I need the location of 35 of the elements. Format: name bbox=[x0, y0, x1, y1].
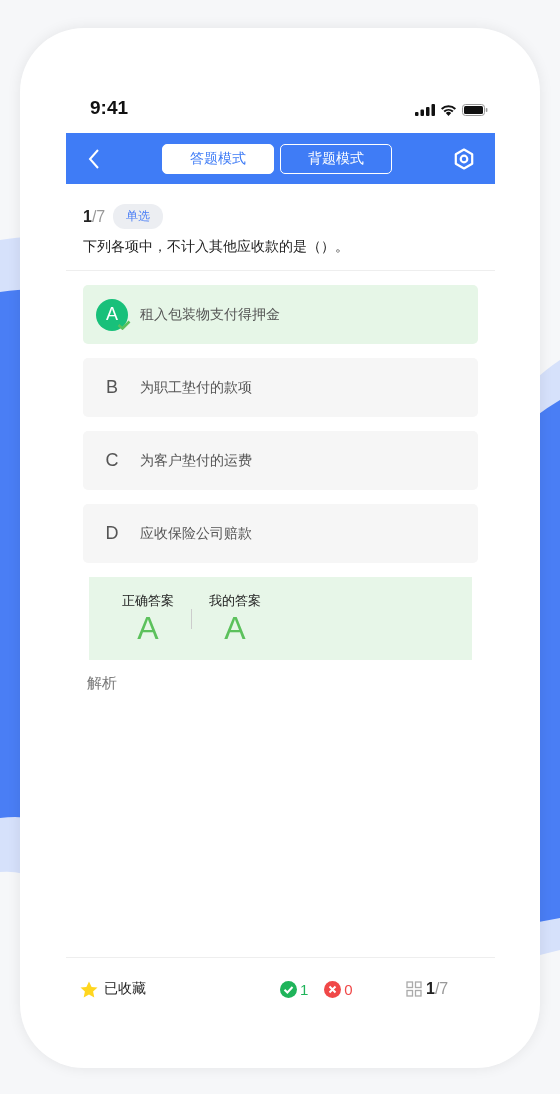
mode-tab[interactable]: 答题模式 bbox=[161, 143, 274, 174]
option-text: 为客户垫付的运费 bbox=[140, 451, 252, 470]
mode-tab[interactable]: 背题模式 bbox=[279, 143, 392, 174]
correct-answer-label: 正确答案 bbox=[122, 591, 174, 610]
selected-letter-badge: A bbox=[96, 298, 128, 331]
settings-icon[interactable] bbox=[453, 147, 475, 170]
my-answer-label: 我的答案 bbox=[209, 591, 261, 610]
option-letter: C bbox=[104, 450, 120, 471]
correct-check-icon bbox=[280, 980, 297, 998]
wrong-count: 0 bbox=[344, 980, 353, 998]
question-number: 1/7 bbox=[83, 207, 106, 226]
answer-option[interactable]: D 应收保险公司赔款 bbox=[83, 504, 478, 563]
answer-option[interactable]: C 为客户垫付的运费 bbox=[83, 431, 478, 490]
question-grid-button[interactable]: 1/7 bbox=[406, 980, 449, 998]
question-type-tag: 单选 bbox=[113, 204, 164, 229]
favorite-toggle[interactable]: 已收藏 bbox=[80, 980, 280, 998]
answer-option[interactable]: B 为职工垫付的款项 bbox=[83, 358, 478, 417]
answer-option[interactable]: A 租入包装物支付得押金 bbox=[83, 285, 478, 344]
option-text: 为职工垫付的款项 bbox=[140, 378, 252, 397]
correct-answer-value: A bbox=[137, 609, 159, 646]
my-answer-value: A bbox=[224, 609, 246, 646]
back-icon[interactable] bbox=[88, 148, 100, 169]
option-text: 租入包装物支付得押金 bbox=[140, 305, 280, 324]
grid-icon bbox=[406, 981, 422, 997]
question-text: 下列各项中，不计入其他应收款的是（）。 bbox=[83, 238, 350, 256]
battery-icon bbox=[462, 104, 488, 116]
wrong-x-icon bbox=[324, 980, 342, 998]
status-time: 9:41 bbox=[90, 97, 129, 119]
wifi-icon bbox=[440, 104, 457, 116]
option-letter: B bbox=[105, 377, 119, 398]
correct-count: 1 bbox=[300, 980, 309, 998]
option-letter: D bbox=[104, 523, 120, 544]
signal-icon bbox=[415, 104, 435, 116]
option-text: 应收保险公司赔款 bbox=[140, 524, 252, 543]
analysis-heading: 解析 bbox=[87, 674, 118, 693]
